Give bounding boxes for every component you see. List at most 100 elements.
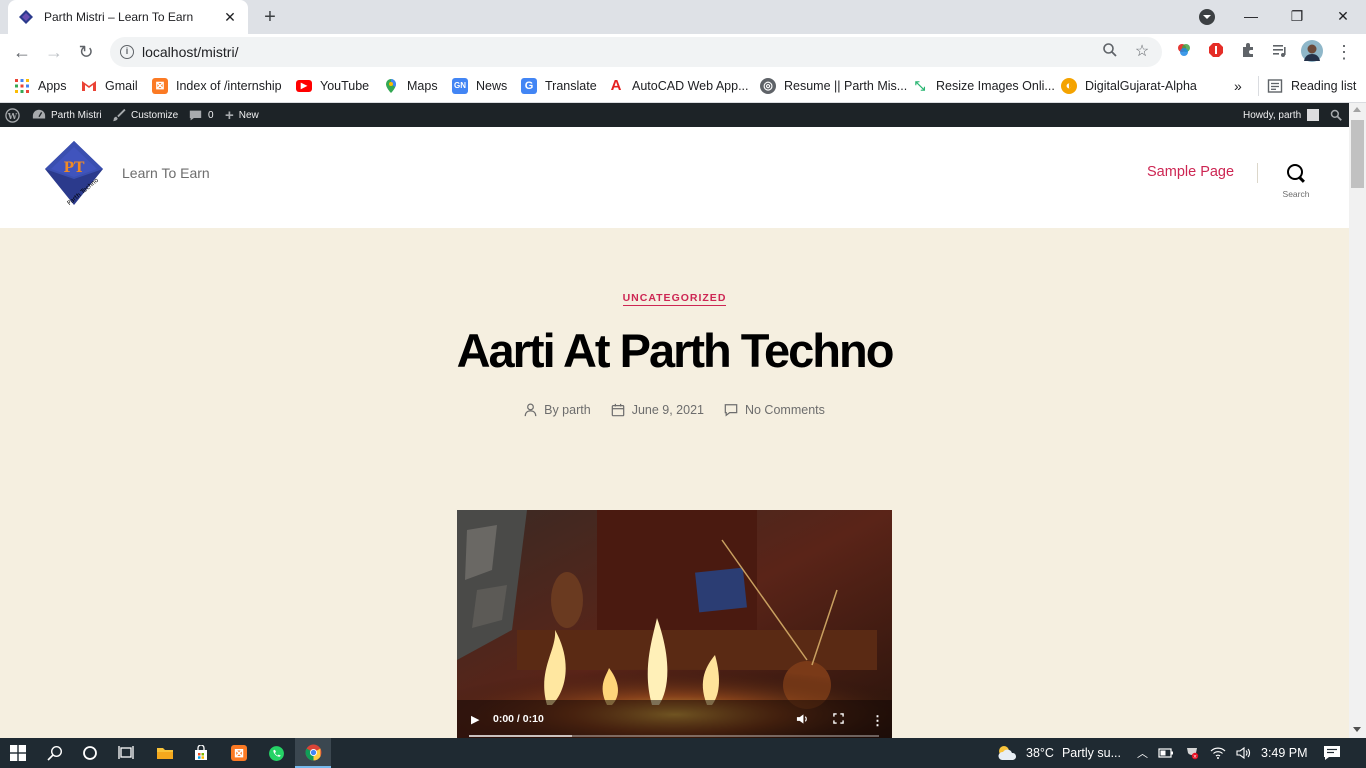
plus-icon: + — [225, 106, 234, 124]
bookmark-star-icon[interactable]: ☆ — [1132, 42, 1152, 62]
windows-taskbar: ⊠ 38°C Partly su... ︿ × 3:49 PM — [0, 738, 1366, 768]
post-category-link[interactable]: UNCATEGORIZED — [622, 292, 727, 306]
bookmarks-overflow-button[interactable]: » — [1234, 76, 1242, 96]
post-author-link[interactable]: By parth — [544, 403, 591, 417]
whatsapp-icon[interactable] — [258, 738, 294, 768]
bookmark-news[interactable]: GN News — [452, 76, 507, 96]
scroll-thumb[interactable] — [1351, 120, 1364, 188]
new-tab-button[interactable]: + — [258, 5, 282, 29]
action-center-icon[interactable] — [1323, 738, 1341, 768]
site-logo[interactable]: PT Parth Techno — [43, 139, 105, 207]
chrome-menu-icon[interactable]: ⋮ — [1334, 42, 1354, 62]
video-player[interactable]: ▶ 0:00 / 0:10 ⋮ — [457, 510, 892, 738]
fullscreen-icon[interactable] — [833, 713, 844, 727]
volume-icon[interactable] — [796, 713, 809, 728]
xampp-taskbar-icon[interactable]: ⊠ — [221, 738, 257, 768]
wifi-icon[interactable] — [1210, 746, 1226, 760]
windows-start-icon[interactable] — [0, 738, 36, 768]
page-content: PT Parth Techno Learn To Earn Sample Pag… — [0, 127, 1349, 738]
back-button[interactable]: ← — [10, 40, 34, 64]
restore-button[interactable]: ❐ — [1274, 0, 1320, 32]
admin-comments[interactable]: 0 — [189, 103, 214, 127]
bookmark-autocad[interactable]: A AutoCAD Web App... — [608, 76, 749, 96]
bookmark-digitalgujarat[interactable]: ◐ DigitalGujarat-Alpha — [1061, 76, 1197, 96]
adblock-extension-icon[interactable] — [1206, 42, 1226, 62]
reload-button[interactable]: ↻ — [74, 40, 98, 64]
admin-site-name[interactable]: Parth Mistri — [32, 103, 102, 127]
weather-widget[interactable]: 38°C Partly su... — [996, 738, 1121, 768]
url-text[interactable]: localhost/mistri/ — [142, 44, 238, 60]
bookmark-label: Resize Images Onli... — [936, 79, 1055, 93]
cortana-icon[interactable] — [72, 738, 108, 768]
comment-icon — [724, 404, 738, 417]
admin-search-icon[interactable] — [1330, 103, 1342, 127]
bookmark-label: Resume || Parth Mis... — [784, 79, 908, 93]
clock[interactable]: 3:49 PM — [1261, 738, 1308, 768]
weather-condition: Partly su... — [1061, 746, 1121, 760]
scroll-up-arrow-icon[interactable] — [1353, 107, 1361, 112]
post-date: June 9, 2021 — [611, 403, 704, 417]
media-controls-icon[interactable] — [1270, 42, 1290, 62]
page-scrollbar[interactable] — [1349, 103, 1366, 738]
window-controls: — ❐ ✕ — [1228, 0, 1366, 34]
video-progress-bar[interactable] — [469, 735, 879, 737]
bookmark-index-internship[interactable]: ⊠ Index of /internship — [152, 76, 282, 96]
admin-new-label: New — [238, 109, 259, 121]
wordpress-logo-icon[interactable]: W — [5, 103, 20, 127]
browser-tab-active[interactable]: Parth Mistri – Learn To Earn ✕ — [8, 0, 248, 34]
bookmark-translate[interactable]: G Translate — [521, 76, 597, 96]
scroll-down-arrow-icon[interactable] — [1353, 727, 1361, 732]
post-comments-link[interactable]: No Comments — [745, 403, 825, 417]
bookmark-gmail[interactable]: Gmail — [81, 76, 138, 96]
extensions-puzzle-icon[interactable] — [1238, 42, 1258, 62]
store-icon[interactable] — [183, 738, 219, 768]
bookmark-apps[interactable]: Apps — [14, 76, 67, 96]
close-window-button[interactable]: ✕ — [1320, 0, 1366, 32]
play-icon[interactable]: ▶ — [471, 713, 479, 726]
logo-text: PT — [64, 160, 86, 176]
svg-text:×: × — [1193, 754, 1197, 760]
brush-icon — [112, 108, 126, 122]
file-explorer-icon[interactable] — [147, 738, 183, 768]
zoom-icon[interactable] — [1100, 42, 1120, 62]
tab-close-icon[interactable]: ✕ — [222, 9, 238, 26]
bookmark-resume[interactable]: ◎ Resume || Parth Mis... — [760, 76, 907, 96]
site-info-icon[interactable]: i — [120, 45, 134, 59]
minimize-button[interactable]: — — [1228, 0, 1274, 32]
chrome-taskbar-icon[interactable] — [295, 738, 331, 768]
post-date-link[interactable]: June 9, 2021 — [632, 403, 704, 417]
admin-customize[interactable]: Customize — [112, 103, 178, 127]
site-tagline: Learn To Earn — [122, 165, 210, 181]
bookmark-youtube[interactable]: ▶ YouTube — [296, 76, 369, 96]
reading-list-button[interactable]: Reading list — [1267, 76, 1356, 96]
address-bar[interactable]: i localhost/mistri/ ☆ — [110, 37, 1162, 67]
search-toggle-button[interactable]: Search — [1276, 161, 1316, 201]
bookmark-label: News — [476, 79, 508, 93]
bookmark-maps[interactable]: Maps — [383, 76, 438, 96]
security-shield-icon[interactable]: × — [1184, 746, 1200, 760]
taskbar-search-icon[interactable] — [37, 738, 73, 768]
post-comments: No Comments — [724, 403, 825, 417]
site-favicon-icon — [19, 10, 33, 24]
battery-icon[interactable] — [1158, 747, 1174, 759]
gmail-icon — [81, 78, 97, 94]
forward-button[interactable]: → — [42, 40, 66, 64]
video-menu-icon[interactable]: ⋮ — [871, 713, 884, 729]
color-extension-icon[interactable] — [1174, 42, 1194, 62]
weather-temperature: 38°C — [1026, 746, 1054, 760]
profile-avatar[interactable] — [1301, 40, 1323, 62]
bookmarks-bar: Apps Gmail ⊠ Index of /internship ▶ YouT… — [0, 70, 1366, 103]
bookmark-label: AutoCAD Web App... — [632, 79, 749, 93]
post-author: By parth — [524, 403, 591, 417]
partly-sunny-icon — [998, 746, 1017, 760]
task-view-icon[interactable] — [108, 738, 144, 768]
admin-new[interactable]: + New — [225, 103, 259, 127]
admin-howdy[interactable]: Howdy, parth — [1243, 103, 1320, 127]
speaker-icon[interactable] — [1236, 746, 1252, 760]
nav-separator — [1257, 163, 1258, 183]
tray-expand-icon[interactable]: ︿ — [1137, 745, 1148, 761]
wp-admin-bar: W Parth Mistri Customize 0 + New Howdy, … — [0, 103, 1366, 127]
bookmark-resize-images[interactable]: ⤡ Resize Images Onli... — [912, 76, 1055, 96]
nav-sample-page[interactable]: Sample Page — [1147, 164, 1234, 180]
tab-search-icon[interactable] — [1199, 9, 1215, 25]
